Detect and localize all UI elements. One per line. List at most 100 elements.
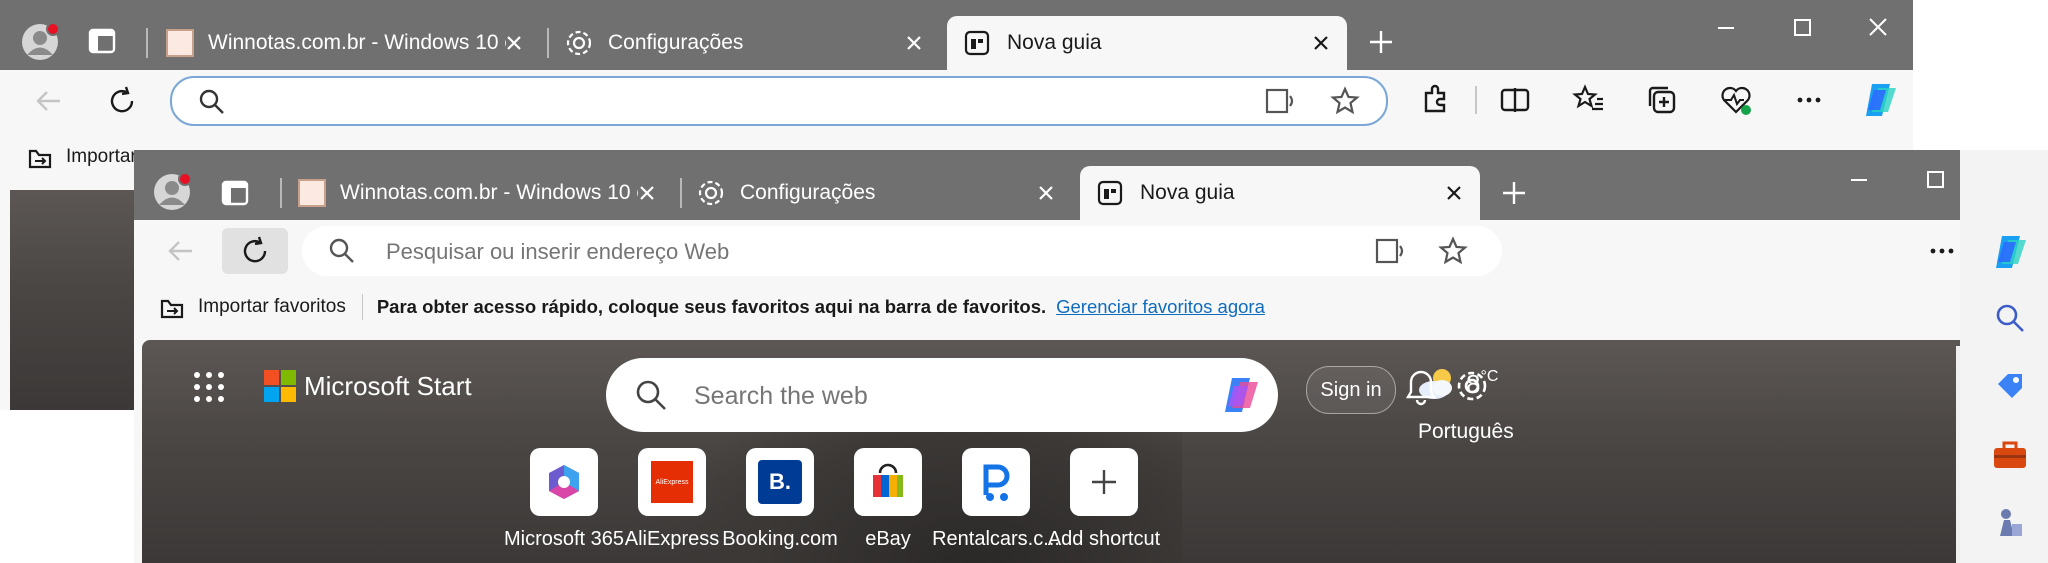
address-bar[interactable] xyxy=(170,76,1388,126)
back-toolbar xyxy=(0,70,1913,132)
tab-title: Nova guia xyxy=(1140,181,1235,204)
new-tab-page: Microsoft Start Sign in 8 °C Português xyxy=(142,340,1968,563)
profile-icon[interactable] xyxy=(152,172,192,212)
front-favorites-bar: Importar favoritos Para obter acesso ráp… xyxy=(134,282,2048,332)
sign-in-label: Sign in xyxy=(1320,378,1382,401)
aliexpress-icon-text: AliExpress xyxy=(655,478,689,486)
add-tab-icon[interactable] xyxy=(1367,28,1395,56)
settings-gear-icon[interactable] xyxy=(1454,368,1490,404)
import-favorites-icon xyxy=(160,299,184,319)
edge-sidebar xyxy=(1960,150,2048,563)
more-icon[interactable] xyxy=(1792,83,1826,117)
manage-favorites-link[interactable]: Gerenciar favoritos agora xyxy=(1056,296,1265,318)
tab-nova-guia[interactable]: Nova guia xyxy=(947,16,1347,70)
copilot-icon[interactable] xyxy=(1990,232,2030,272)
import-favorites-button[interactable]: Importar favoritos xyxy=(198,296,346,318)
close-window-icon[interactable] xyxy=(1863,12,1893,42)
browser-essentials-icon[interactable] xyxy=(1719,83,1753,117)
tab-title: Configurações xyxy=(608,31,744,54)
more-icon[interactable] xyxy=(1925,234,1959,268)
refresh-icon[interactable] xyxy=(105,84,139,118)
read-aloud-icon[interactable] xyxy=(1374,236,1406,266)
brand-name: Microsoft Start xyxy=(304,370,472,401)
web-search-input[interactable] xyxy=(692,376,1176,416)
rentalcars-icon xyxy=(983,464,1010,501)
front-tab-strip: Winnotas.com.br - Windows 10 e Configura… xyxy=(134,150,2048,220)
split-screen-icon[interactable] xyxy=(1498,83,1532,117)
sign-in-button[interactable]: Sign in xyxy=(1306,366,1396,414)
close-icon[interactable] xyxy=(502,31,526,55)
favorite-star-icon[interactable] xyxy=(1438,236,1468,266)
ebay-icon xyxy=(873,463,903,497)
close-icon[interactable] xyxy=(1442,181,1466,205)
toolbar-separator xyxy=(1475,86,1477,114)
front-browser-window: Winnotas.com.br - Windows 10 e Configura… xyxy=(134,150,2048,563)
booking-icon-text: B. xyxy=(769,469,791,494)
tab-title: Winnotas.com.br - Windows 10 e xyxy=(208,31,506,54)
tab-title: Configurações xyxy=(740,181,876,204)
booking-icon: B. xyxy=(758,460,802,504)
tab-nova-guia[interactable]: Nova guia xyxy=(1080,166,1480,220)
shortcuts-row: Microsoft 365 AliExpress AliExpress B. B… xyxy=(494,448,1334,563)
tab-actions-icon[interactable] xyxy=(221,180,249,206)
favbar-divider xyxy=(361,294,363,320)
back-icon[interactable] xyxy=(164,234,198,268)
microsoft-365-icon xyxy=(549,465,579,499)
minimize-icon[interactable] xyxy=(1711,12,1741,42)
close-icon[interactable] xyxy=(635,181,659,205)
tab-configuracoes[interactable]: Configurações xyxy=(682,166,1072,220)
alerts-bell-icon[interactable] xyxy=(1404,368,1438,406)
notification-bell-icon[interactable] xyxy=(1392,368,1393,369)
add-tab-icon[interactable] xyxy=(1500,179,1528,207)
new-tab-page-icon xyxy=(1097,180,1123,206)
tab-configuracoes[interactable]: Configurações xyxy=(550,16,940,70)
address-bar[interactable] xyxy=(302,226,1502,276)
close-icon[interactable] xyxy=(1309,31,1333,55)
gear-icon xyxy=(566,30,592,56)
new-tab-page-icon xyxy=(964,30,990,56)
copilot-icon[interactable] xyxy=(1220,374,1262,416)
shopping-tag-icon[interactable] xyxy=(1994,370,2026,402)
gear-icon xyxy=(698,180,724,206)
import-favorites-label[interactable]: Importar xyxy=(66,146,137,168)
address-input[interactable] xyxy=(384,234,1288,270)
refresh-button[interactable] xyxy=(222,228,288,274)
language-label[interactable]: Português xyxy=(1418,420,1514,444)
copilot-icon[interactable] xyxy=(1860,80,1900,120)
search-icon xyxy=(199,89,224,114)
tab-title: Nova guia xyxy=(1007,31,1102,54)
import-favorites-icon xyxy=(28,149,52,169)
tab-actions-icon[interactable] xyxy=(88,28,116,54)
site-favicon-icon xyxy=(298,179,326,207)
profile-icon[interactable] xyxy=(20,22,60,62)
favorite-star-icon[interactable] xyxy=(1330,86,1360,116)
close-icon[interactable] xyxy=(902,31,926,55)
tab-separator xyxy=(280,178,282,208)
minimize-icon[interactable] xyxy=(1844,164,1874,194)
games-icon[interactable] xyxy=(1994,506,2026,540)
collections-icon[interactable] xyxy=(1645,83,1679,117)
front-toolbar xyxy=(134,220,2048,282)
aliexpress-icon: AliExpress xyxy=(651,461,693,503)
maximize-icon[interactable] xyxy=(1787,12,1817,42)
search-icon xyxy=(329,238,354,263)
tab-winnotas[interactable]: Winnotas.com.br - Windows 10 e xyxy=(150,16,540,70)
tab-winnotas[interactable]: Winnotas.com.br - Windows 10 e xyxy=(283,166,673,220)
close-icon[interactable] xyxy=(1034,181,1058,205)
web-search-box[interactable] xyxy=(606,358,1278,432)
microsoft-start-logo[interactable]: Microsoft Start xyxy=(264,370,472,402)
back-icon[interactable] xyxy=(32,84,66,118)
search-icon xyxy=(636,380,666,410)
shortcut-add[interactable]: Add shortcut xyxy=(1034,448,1174,551)
favorites-icon[interactable] xyxy=(1572,83,1606,117)
refresh-icon xyxy=(243,236,267,263)
read-aloud-icon[interactable] xyxy=(1264,86,1296,116)
tools-icon[interactable] xyxy=(1992,440,2028,470)
tab-title: Winnotas.com.br - Windows 10 e xyxy=(340,181,638,204)
maximize-icon[interactable] xyxy=(1920,164,1950,194)
apps-launcher-icon[interactable] xyxy=(192,370,226,404)
search-icon[interactable] xyxy=(1994,302,2026,334)
extensions-icon[interactable] xyxy=(1418,83,1452,117)
microsoft-logo-icon xyxy=(264,370,296,402)
back-tab-strip: Winnotas.com.br - Windows 10 e Configura… xyxy=(0,0,1913,70)
